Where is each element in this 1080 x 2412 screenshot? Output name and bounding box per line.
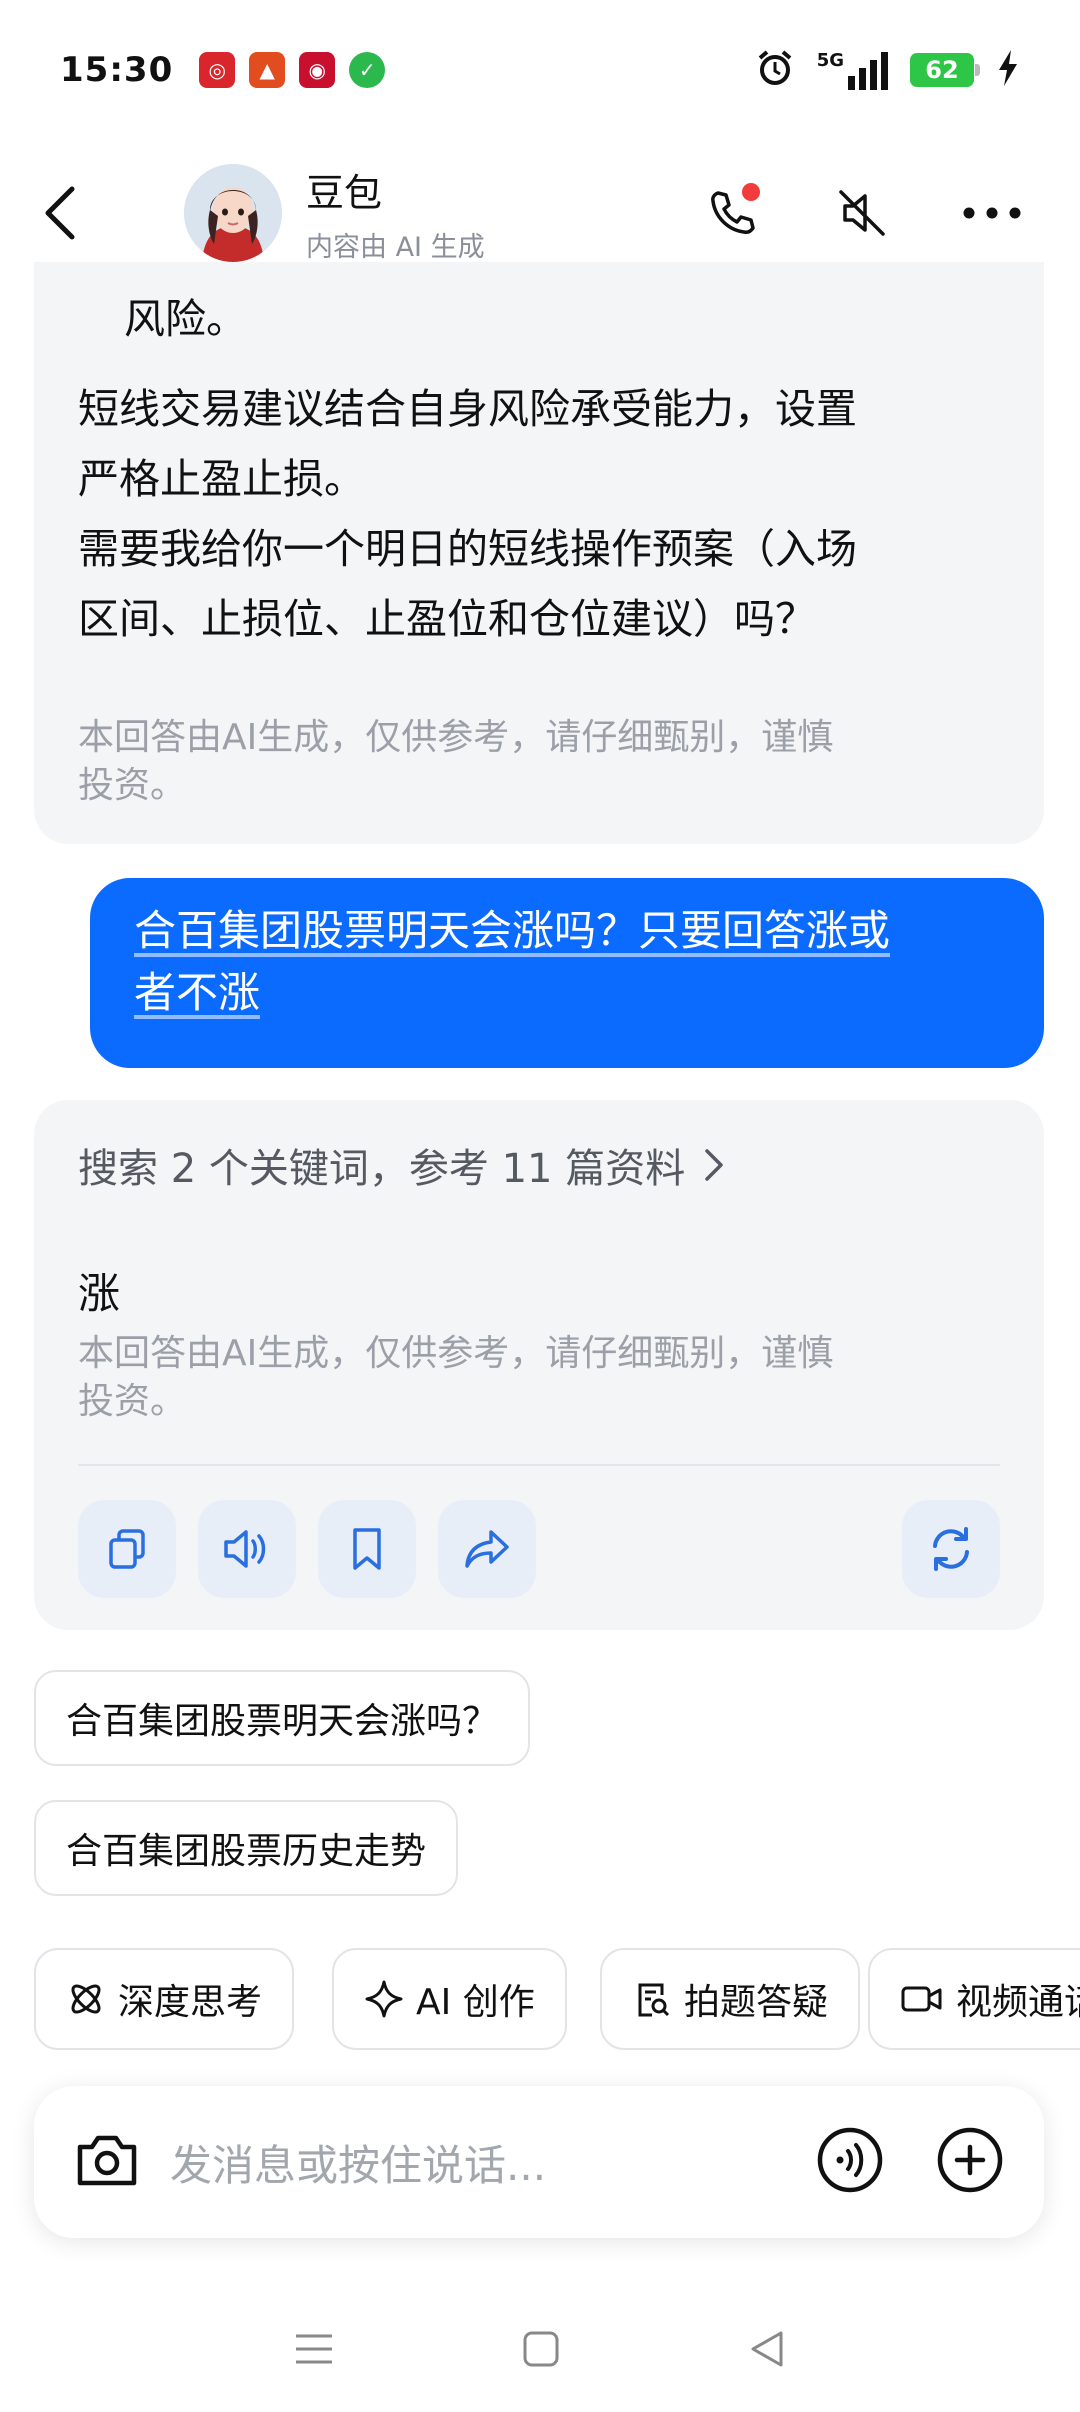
voice-wave-icon: [817, 2127, 883, 2193]
ai-disclaimer-cont: 投资。: [78, 765, 187, 806]
bank-app-icon: ◎: [199, 52, 236, 88]
video-camera-icon: [901, 1986, 942, 2012]
share-button[interactable]: [438, 1500, 536, 1598]
read-aloud-button[interactable]: [198, 1500, 296, 1598]
add-attachment-button[interactable]: [936, 2126, 1004, 2198]
menu-icon: [296, 2334, 332, 2364]
message-text-line: 需要我给你一个明日的短线操作预案（入场: [78, 525, 857, 573]
back-nav-button[interactable]: [748, 2329, 786, 2373]
speaker-muted-icon: [839, 189, 885, 236]
message-text-line: 区间、止损位、止盈位和仓位建议）吗？: [78, 595, 816, 643]
suggestion-chip[interactable]: 合百集团股票明天会涨吗？: [34, 1670, 531, 1766]
status-time: 15:30: [60, 50, 174, 90]
suggestion-text: 合百集团股票明天会涨吗？: [66, 1701, 499, 1742]
voice-mode-button[interactable]: [816, 2126, 884, 2198]
divider: [78, 1464, 1000, 1466]
tool-label: AI 创作: [416, 1982, 535, 2023]
copy-icon: [109, 1529, 145, 1569]
cake-app-icon: ▲: [249, 52, 286, 88]
search-references-link[interactable]: 搜索 2 个关键词，参考 11 篇资料: [78, 1136, 725, 1194]
ai-message-previous: 风险。 短线交易建议结合自身风险承受能力，设置 严格止盈止损。 需要我给你一个明…: [34, 262, 1044, 844]
tool-video-call[interactable]: 视频通话: [868, 1948, 1080, 2050]
tools-row: 深度思考 AI 创作 拍题答疑 视频通话: [34, 1948, 1080, 2052]
user-message-line: 者不涨: [134, 968, 261, 1017]
ai-disclaimer: 本回答由AI生成，仅供参考，请仔细甄别，谨慎: [78, 1333, 834, 1374]
ai-disclaimer-cont: 投资。: [78, 1381, 187, 1422]
tool-label: 深度思考: [118, 1982, 263, 2023]
chevron-left-icon: [45, 186, 75, 239]
home-nav-button[interactable]: [522, 2330, 560, 2372]
avatar[interactable]: [184, 163, 282, 262]
network-type: 5G: [816, 50, 844, 71]
speaker-icon: [224, 1530, 266, 1568]
bank-of-china-icon: ◉: [299, 52, 336, 88]
copy-button[interactable]: [78, 1500, 176, 1598]
answer-text: 涨: [78, 1269, 121, 1318]
user-message-line: 合百集团股票明天会涨吗？只要回答涨或: [134, 906, 891, 955]
tool-ai-create[interactable]: AI 创作: [332, 1948, 567, 2050]
bookmark-icon: [353, 1528, 381, 1570]
signal-icon: 5G: [817, 50, 888, 90]
tool-label: 视频通话: [956, 1982, 1080, 2023]
back-triangle-icon: [751, 2331, 783, 2367]
status-app-icons: ◎ ▲ ◉ ✓: [199, 52, 386, 88]
bot-subtitle: 内容由 AI 生成: [306, 231, 485, 263]
share-icon: [465, 1530, 509, 1568]
plus-icon: [937, 2127, 1003, 2193]
ai-message-latest: 搜索 2 个关键词，参考 11 篇资料 涨 本回答由AI生成，仅供参考，请仔细甄…: [34, 1100, 1044, 1630]
more-options-button[interactable]: [962, 183, 1022, 243]
phone-call-button[interactable]: [702, 182, 762, 243]
message-input-bar: 发消息或按住说话...: [34, 2086, 1044, 2238]
regenerate-button[interactable]: [902, 1500, 1000, 1598]
suggestion-text: 合百集团股票历史走势: [66, 1831, 427, 1872]
battery-indicator: 62: [910, 53, 980, 87]
user-message[interactable]: 合百集团股票明天会涨吗？只要回答涨或 者不涨: [90, 878, 1044, 1068]
chevron-right-icon: [705, 1149, 723, 1181]
message-input[interactable]: 发消息或按住说话...: [170, 2132, 546, 2193]
document-search-icon: [638, 1983, 670, 2017]
mute-voice-button[interactable]: [832, 183, 892, 243]
tool-label: 拍题答疑: [684, 1982, 829, 2023]
back-button[interactable]: [40, 173, 100, 253]
bot-name: 豆包: [306, 170, 383, 215]
system-nav-bar: [0, 2290, 1080, 2412]
tool-deep-thinking[interactable]: 深度思考: [34, 1948, 295, 2050]
menu-nav-button[interactable]: [294, 2332, 334, 2370]
tool-photo-question[interactable]: 拍题答疑: [600, 1948, 861, 2050]
message-text-line: 严格止盈止损。: [78, 455, 365, 503]
sparkle-icon: [365, 1980, 403, 2018]
message-text-tail: 风险。: [124, 295, 247, 343]
camera-icon: [77, 2135, 137, 2186]
atom-icon: [71, 1984, 101, 2014]
camera-button[interactable]: [74, 2131, 140, 2193]
ai-disclaimer: 本回答由AI生成，仅供参考，请仔细甄别，谨慎: [78, 717, 834, 758]
suggestion-chip[interactable]: 合百集团股票历史走势: [34, 1800, 459, 1896]
notification-dot: [742, 182, 760, 201]
alarm-icon: [755, 48, 795, 92]
search-summary: 搜索 2 个关键词，参考 11 篇资料: [78, 1146, 686, 1192]
charging-icon: [996, 48, 1020, 92]
shield-icon: ✓: [349, 52, 386, 88]
status-bar: 15:30 ◎ ▲ ◉ ✓ 5G 62: [0, 0, 1080, 140]
refresh-icon: [933, 1527, 969, 1571]
message-text-line: 短线交易建议结合自身风险承受能力，设置: [78, 385, 857, 433]
bookmark-button[interactable]: [318, 1500, 416, 1598]
home-square-icon: [523, 2331, 559, 2367]
more-icon: [963, 207, 1021, 218]
